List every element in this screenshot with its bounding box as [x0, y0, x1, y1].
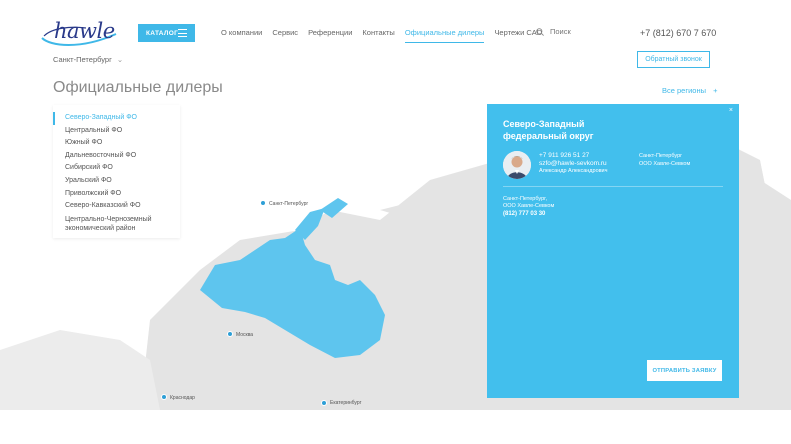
district-list: Северо-Западный ФО Центральный ФО Южный … [53, 105, 180, 238]
nav-item-contacts[interactable]: Контакты [362, 28, 394, 37]
city-marker-ekb[interactable] [321, 400, 327, 406]
contact-name: Александр Александрович [539, 168, 608, 174]
city-label: Санкт-Петербург [53, 55, 112, 64]
send-request-button[interactable]: ОТПРАВИТЬ ЗАЯВКУ [647, 360, 722, 381]
avatar [503, 151, 531, 179]
menu-icon [178, 29, 187, 40]
nav-item-references[interactable]: Референции [308, 28, 352, 37]
popup-title: Северо-Западный федеральный округ [503, 119, 594, 141]
district-item[interactable]: Северо-Западный ФО [53, 112, 180, 125]
district-item[interactable]: Приволжский ФО [53, 188, 180, 201]
city-label-spb: Санкт-Петербург [269, 201, 309, 207]
map-land-west [0, 330, 160, 410]
dealer-phone[interactable]: (812) 777 03 30 [503, 211, 545, 217]
district-item[interactable]: Южный ФО [53, 137, 180, 150]
person-icon [503, 151, 531, 179]
city-marker-moscow[interactable] [227, 331, 233, 337]
search-label: Поиск [550, 27, 571, 36]
dealer-company: ООО Хавле-Севком [503, 203, 555, 209]
page-title: Официальные дилеры [53, 79, 223, 96]
city-selector[interactable]: Санкт-Петербург ⌄ [53, 55, 123, 64]
district-item[interactable]: Центральный ФО [53, 125, 180, 138]
nav-item-service[interactable]: Сервис [272, 28, 298, 37]
contact-email[interactable]: szfo@hawle-sevkom.ru [539, 160, 607, 167]
all-regions-label: Все регионы [662, 86, 706, 95]
city-marker-krasnodar[interactable] [161, 394, 167, 400]
city-label-krasnodar: Краснодар [170, 395, 195, 401]
district-item[interactable]: Дальневосточный ФО [53, 150, 180, 163]
contact-company: ООО Хавле-Севком [639, 161, 691, 167]
contact-city: Санкт-Петербург [639, 153, 683, 159]
chevron-down-icon: ⌄ [116, 55, 124, 64]
header-phone[interactable]: +7 (812) 670 7 670 [640, 28, 716, 38]
city-marker-spb[interactable] [260, 200, 266, 206]
callback-button[interactable]: Обратный звонок [637, 51, 710, 68]
city-label-ekb: Екатеринбург [330, 400, 362, 406]
district-item[interactable]: Сибирский ФО [53, 162, 180, 175]
hawle-logo[interactable]: hawle [40, 18, 120, 48]
main-nav: О компании Сервис Референции Контакты Оф… [221, 28, 552, 43]
plus-icon: + [713, 86, 718, 95]
logo-text: hawle [54, 19, 115, 43]
search-icon [536, 27, 544, 36]
city-label-moscow: Москва [236, 332, 254, 338]
district-item[interactable]: Северо-Кавказский ФО [53, 200, 180, 213]
district-item[interactable]: Уральский ФО [53, 175, 180, 188]
popup-divider [503, 186, 723, 187]
district-item[interactable]: Центрально-Черноземный экономический рай… [53, 213, 180, 233]
search[interactable]: Поиск [536, 27, 571, 36]
close-icon[interactable]: × [729, 107, 733, 114]
dealer-city: Санкт-Петербург, [503, 196, 547, 202]
all-regions-link[interactable]: Все регионы + [662, 86, 717, 95]
contact-phone[interactable]: +7 911 926 51 27 [539, 152, 589, 159]
catalog-label: КАТАЛОГ [146, 29, 179, 37]
nav-item-about[interactable]: О компании [221, 28, 262, 37]
catalog-button[interactable]: КАТАЛОГ [138, 24, 195, 42]
dealer-popup: × Северо-Западный федеральный округ +7 9… [487, 104, 739, 398]
nav-item-dealers[interactable]: Официальные дилеры [404, 28, 484, 43]
